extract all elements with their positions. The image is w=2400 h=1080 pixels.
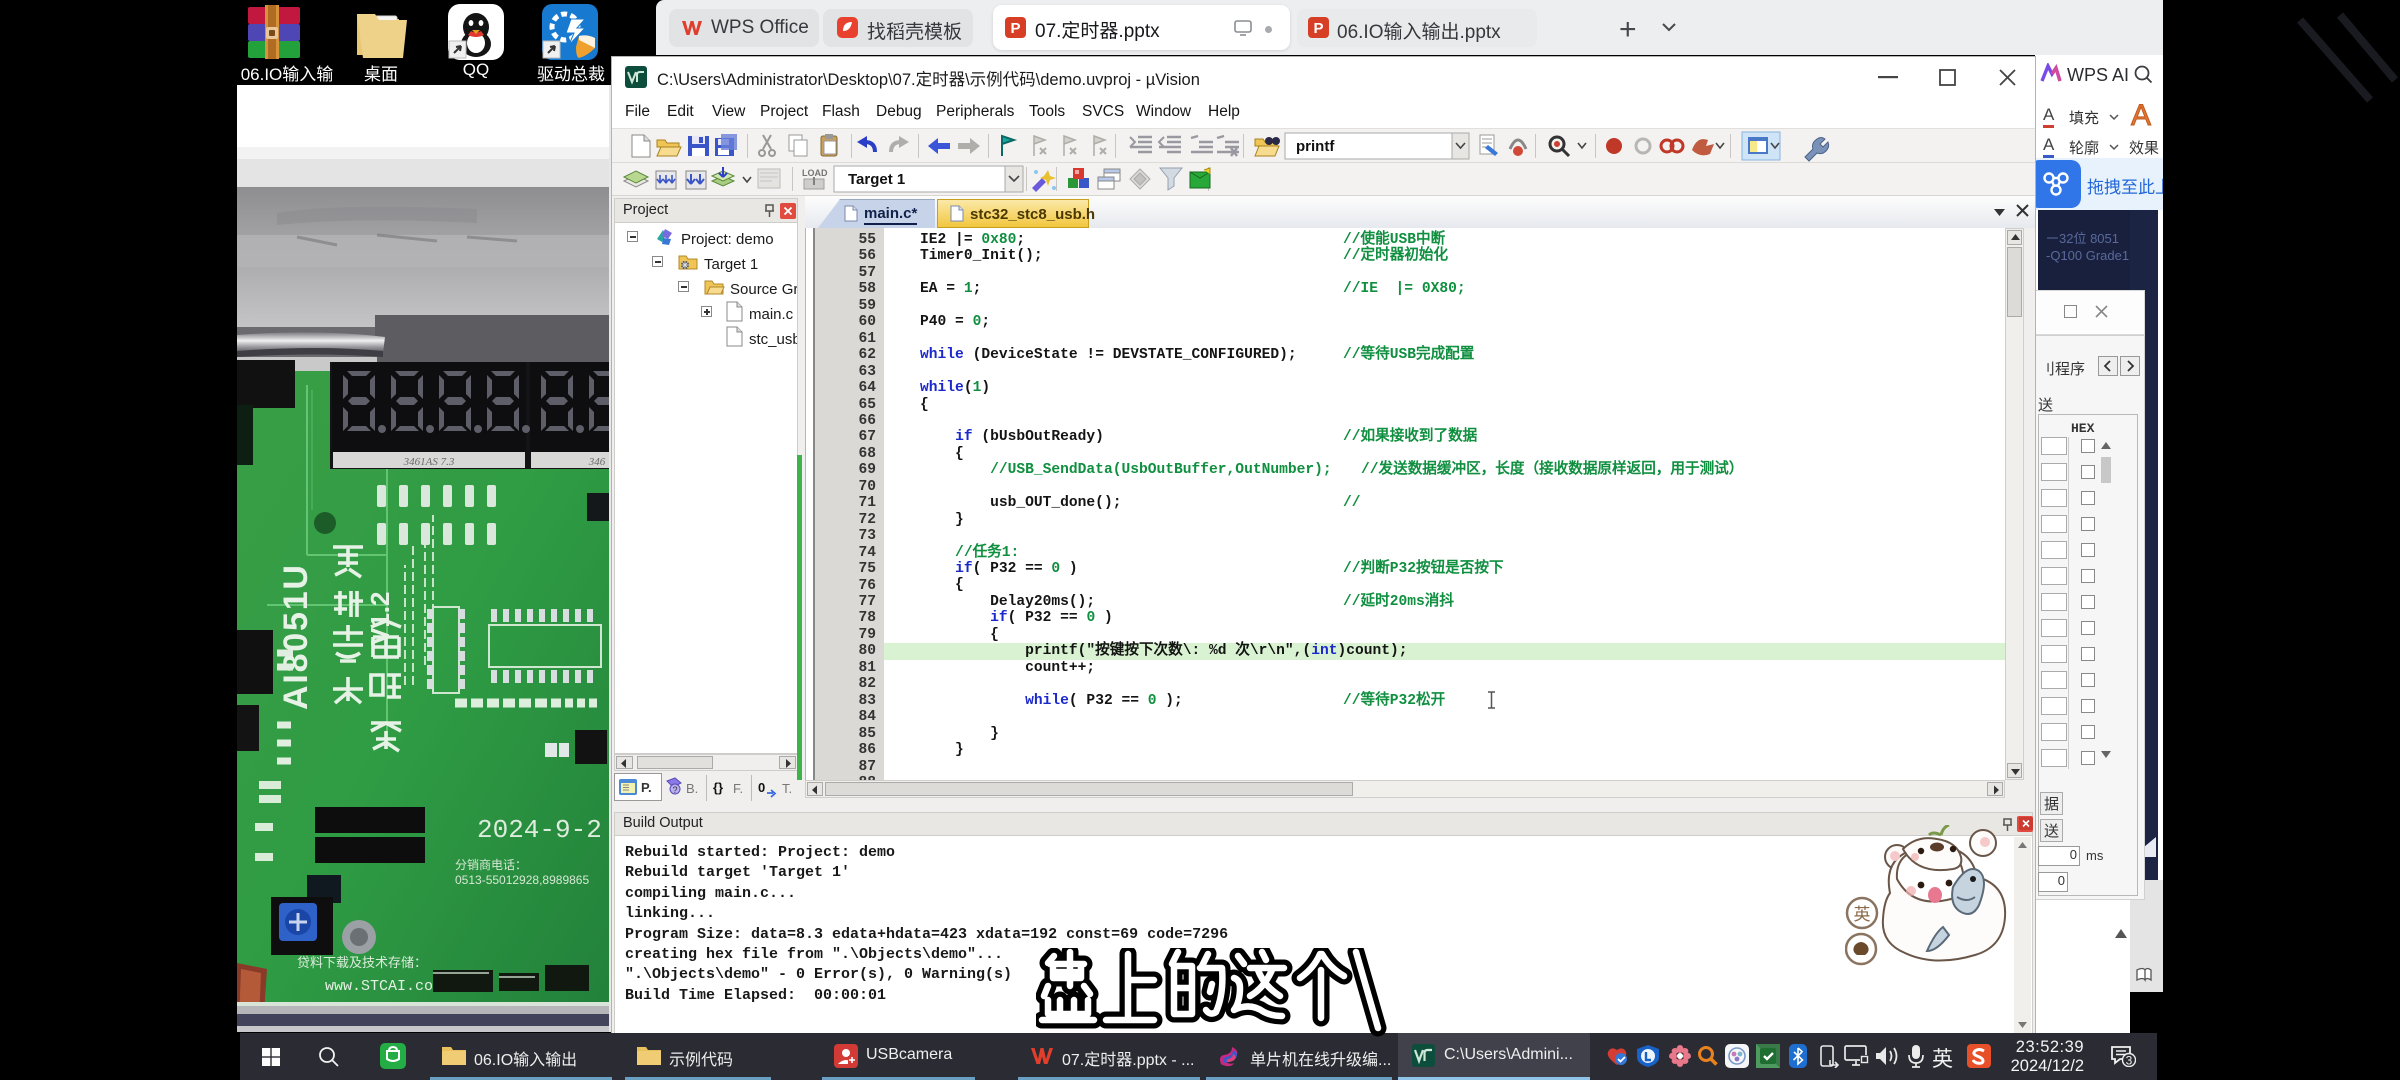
svg-text:3461AS 7.3: 3461AS 7.3 — [403, 456, 455, 468]
svg-text:AI8051U: AI8051U — [277, 565, 315, 710]
svg-text:贷料下载及技术存储：: 贷料下载及技术存储： — [297, 955, 427, 970]
svg-text:Target 1: Target 1 — [848, 171, 905, 188]
svg-text:www.STCAI.com: www.STCAI.com — [325, 978, 442, 995]
svg-text:P: P — [1010, 20, 1020, 37]
svg-text:?: ? — [672, 785, 677, 795]
svg-text:LOAD: LOAD — [802, 168, 828, 178]
svg-text:V1.2: V1.2 — [365, 592, 395, 646]
svg-text:3: 3 — [2126, 1054, 2133, 1068]
svg-text:0513-55012928,8989865: 0513-55012928,8989865 — [455, 873, 589, 887]
svg-text:P: P — [1313, 20, 1323, 37]
svg-text:printf: printf — [1296, 138, 1335, 155]
svg-text:英: 英 — [1854, 905, 1871, 924]
svg-text:346: 346 — [588, 456, 606, 468]
svg-text:分销商电话：: 分销商电话： — [455, 857, 527, 872]
svg-text:2024-9-2: 2024-9-2 — [477, 815, 602, 845]
